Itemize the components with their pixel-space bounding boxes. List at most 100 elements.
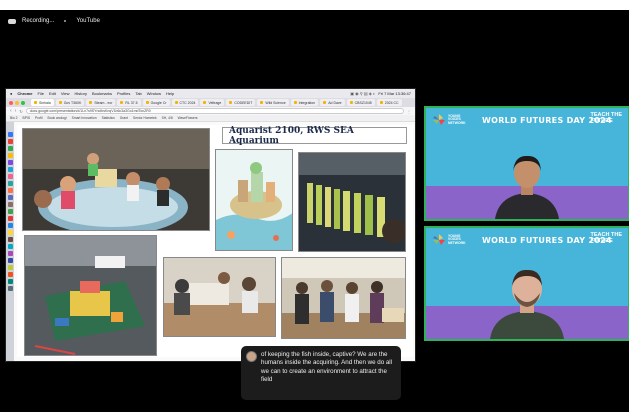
dock-app-icon[interactable] (7, 167, 13, 172)
bookmarks-bar: Bio 2 BPIS Profil Book anologi Smart Inn… (6, 115, 415, 122)
mac-menubar: ● Chrome File Edit View History Bookmark… (6, 89, 415, 98)
logo-text: YOUNG VOICES NETWORK (448, 113, 466, 125)
young-voices-icon (433, 114, 445, 125)
window-controls (9, 100, 25, 105)
close-window-icon[interactable] (9, 100, 13, 105)
tab-favicon-icon (260, 101, 264, 104)
dock-app-icon[interactable] (7, 202, 13, 207)
dock-app-icon[interactable] (7, 132, 13, 137)
dock-app-icon[interactable] (7, 209, 13, 214)
browser-tab[interactable]: Integration (290, 99, 319, 106)
dock-app-icon[interactable] (7, 181, 13, 186)
menu-edit[interactable]: Edit (49, 91, 56, 96)
menu-file[interactable]: File (38, 91, 44, 96)
slide-photo-group-tour (281, 257, 406, 339)
browser-tab[interactable]: RL 37.5 (117, 99, 141, 106)
dock-app-icon[interactable] (7, 237, 13, 242)
dock-app-icon[interactable] (7, 160, 13, 165)
youtube-label[interactable]: YouTube (76, 18, 100, 24)
dock-app-icon[interactable] (7, 223, 13, 228)
org-logo-text: TEACH THE FUTURE (590, 232, 622, 244)
apple-icon[interactable]: ● (10, 91, 12, 96)
browser-tabbar: Sinhala Gov T360K Steam - ecr RL 37.5 Go… (6, 98, 415, 107)
menu-tab[interactable]: Tab (135, 91, 141, 96)
browser-tab[interactable]: Sinhala (31, 99, 54, 106)
dock-app-icon[interactable] (7, 216, 13, 221)
shared-screen: ● Chrome File Edit View History Bookmark… (5, 88, 416, 362)
tab-favicon-icon (203, 101, 207, 104)
dock-app-icon[interactable] (7, 258, 13, 263)
young-voices-logo: YOUNG VOICES NETWORK (432, 113, 466, 127)
slide-photo-culture-tanks (298, 152, 406, 252)
tab-favicon-icon (293, 101, 297, 104)
cloud-recording-icon (8, 18, 16, 24)
browser-tab[interactable]: 2024 CC (376, 99, 402, 106)
back-icon[interactable]: ‹ (10, 108, 12, 114)
tab-label: 2024 CC (384, 100, 399, 105)
reload-icon[interactable]: ↻ (19, 109, 22, 114)
bookmark-item[interactable]: Profil (35, 116, 43, 120)
menu-window[interactable]: Window (147, 91, 161, 96)
tab-label: RL 37.5 (125, 100, 138, 105)
menu-history[interactable]: History (75, 91, 87, 96)
browser-tab[interactable]: Veltrage (200, 99, 225, 106)
bookmark-item[interactable]: Bio 2 (10, 116, 18, 120)
bookmark-item[interactable]: Senior Hometek (133, 116, 157, 120)
bookmark-item[interactable]: Grant (120, 116, 128, 120)
dock-app-icon[interactable] (7, 146, 13, 151)
dock-app-icon[interactable] (7, 265, 13, 270)
dock-app-icon[interactable] (7, 230, 13, 235)
browser-tab[interactable]: Google Cr (142, 99, 170, 106)
dock-app-icon[interactable] (7, 153, 13, 158)
menu-view[interactable]: View (61, 91, 70, 96)
dock-app-icon[interactable] (7, 279, 13, 284)
browser-tab[interactable]: Wild Science (257, 99, 289, 106)
bookmark-item[interactable]: Smart Innovation (72, 116, 97, 120)
browser-tab[interactable]: CTC 2024 (171, 99, 199, 106)
clock: Fri 7 Mar 13:36:47 (378, 91, 411, 96)
participant-tile-2[interactable]: YOUNG VOICES NETWORK WORLD FUTURES DAY 202… (424, 226, 629, 341)
recording-bar: Recording... YouTube (0, 10, 629, 32)
tab-favicon-icon (349, 101, 353, 104)
extensions-icon[interactable]: ⋮ (407, 109, 411, 114)
participant-tile-1[interactable]: YOUNG VOICES NETWORK WORLD FUTURES DAY 202… (424, 106, 629, 221)
minimize-window-icon[interactable] (15, 100, 19, 105)
browser-tab[interactable]: Ad Dave (320, 99, 345, 106)
bookmark-item[interactable]: Statistics (102, 116, 115, 120)
dock-app-icon[interactable] (7, 174, 13, 179)
forward-icon[interactable]: › (15, 108, 17, 114)
bookmark-item[interactable]: SH, 4/8 (162, 116, 173, 120)
tab-favicon-icon (229, 101, 233, 104)
young-voices-logo: YOUNG VOICES NETWORK (432, 233, 466, 247)
tab-label: Integration (298, 100, 316, 105)
tab-label: Steam - ecr (94, 100, 113, 105)
menu-help[interactable]: Help (166, 91, 174, 96)
menu-chrome[interactable]: Chrome (17, 91, 32, 96)
tab-label: CTC 2024 (179, 100, 196, 105)
menu-profiles[interactable]: Profiles (117, 91, 130, 96)
browser-tab[interactable]: Steam - ecr (86, 99, 116, 106)
dock-app-icon[interactable] (7, 139, 13, 144)
maximize-window-icon[interactable] (21, 100, 25, 105)
dock-app-icon[interactable] (7, 188, 13, 193)
participant-video-woman (495, 155, 559, 219)
tab-favicon-icon (145, 101, 149, 104)
dock-app-icon[interactable] (7, 272, 13, 277)
speaker-avatar (246, 351, 257, 362)
dock-app-icon[interactable] (7, 251, 13, 256)
browser-tab[interactable]: CBSZ1045 (346, 99, 375, 106)
address-bar[interactable]: docs.google.com/presentation/d/1Ln7s9SYn… (25, 108, 404, 114)
menu-bookmarks[interactable]: Bookmarks (92, 91, 112, 96)
recording-label[interactable]: Recording... (22, 18, 54, 24)
browser-tab[interactable]: CODEEDIT (226, 99, 256, 106)
bookmark-item[interactable]: Book anologi (48, 116, 67, 120)
browser-toolbar: ‹ › ↻ docs.google.com/presentation/d/1Ln… (6, 107, 415, 115)
dock-app-icon[interactable] (7, 244, 13, 249)
tab-favicon-icon (120, 101, 124, 104)
bookmark-item[interactable]: WaveFlowers (178, 116, 198, 120)
dock-app-icon[interactable] (7, 195, 13, 200)
bookmark-item[interactable]: BPIS (23, 116, 31, 120)
dock-app-icon[interactable] (7, 286, 13, 291)
tab-label: CBSZ1045 (354, 100, 372, 105)
browser-tab[interactable]: Gov T360K (55, 99, 85, 106)
